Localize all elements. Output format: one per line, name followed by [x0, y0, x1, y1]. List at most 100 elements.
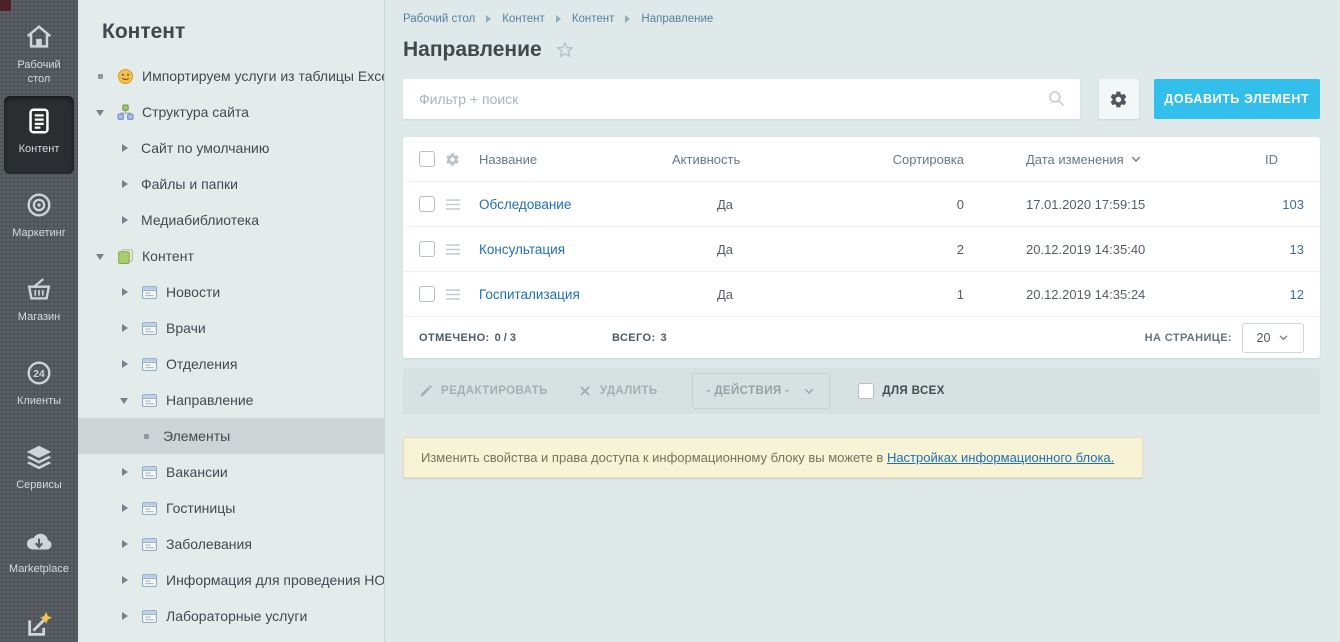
row-checkbox[interactable] [419, 286, 435, 302]
bullet-icon [140, 429, 155, 443]
sidebar-item-clients[interactable]: Клиенты [4, 348, 74, 426]
cell-id-link[interactable]: 12 [1196, 287, 1304, 302]
sort-desc-chevron-icon [1130, 153, 1142, 165]
menu-item-label: Элементы [163, 428, 231, 444]
iblock-icon [141, 608, 158, 625]
menu-item-nok-info[interactable]: Информация для проведения НОК [78, 562, 384, 598]
select-all-checkbox[interactable] [419, 151, 435, 167]
menu-item-files-folders[interactable]: Файлы и папки [78, 166, 384, 202]
wizard-star-icon [24, 610, 54, 640]
menu-item-diseases[interactable]: Заболевания [78, 526, 384, 562]
filter-toolbar: ДОБАВИТЬ ЭЛЕМЕНТ [403, 79, 1320, 119]
menu-title: Контент [102, 20, 186, 43]
chevron-right-icon [118, 321, 133, 335]
actions-dropdown-label: - ДЕЙСТВИЯ - [706, 385, 790, 397]
cell-id-link[interactable]: 13 [1196, 242, 1304, 257]
cell-active: Да [717, 241, 734, 257]
column-header-active[interactable]: Активность [672, 152, 872, 167]
menu-item-departments[interactable]: Отделения [78, 346, 384, 382]
actions-dropdown[interactable]: - ДЕЙСТВИЯ - [691, 373, 831, 409]
table-header-row: Название Активность Сортировка Дата изме… [403, 137, 1320, 181]
menu-item-content[interactable]: Контент [78, 238, 384, 274]
menu-item-hotels[interactable]: Гостиницы [78, 490, 384, 526]
column-header-date-label: Дата изменения [1026, 151, 1124, 167]
iblock-icon [141, 536, 158, 553]
breadcrumb-link[interactable]: Контент [502, 13, 545, 25]
edit-button[interactable]: РЕДАКТИРОВАТЬ [419, 384, 548, 398]
menu-item-elements[interactable]: Элементы [78, 418, 384, 454]
column-header-name[interactable]: Название [479, 152, 672, 167]
chevron-right-icon [118, 141, 133, 155]
sidebar-item-label: Контент [18, 143, 60, 155]
menu-item-site-structure[interactable]: Структура сайта [78, 94, 384, 130]
row-checkbox[interactable] [419, 196, 435, 212]
cell-date: 17.01.2020 17:59:15 [1026, 196, 1146, 212]
menu-item-direction[interactable]: Направление [78, 382, 384, 418]
sidebar-item-marketplace[interactable]: Marketplace [4, 516, 74, 594]
column-header-sort[interactable]: Сортировка [872, 152, 964, 167]
menu-item-label: Направление [166, 392, 254, 408]
row-checkbox[interactable] [419, 241, 435, 257]
sidebar-item-wizard[interactable] [4, 600, 74, 642]
menu-item-doctors[interactable]: Врачи [78, 310, 384, 346]
menu-item-medialibrary[interactable]: Медиабиблиотека [78, 202, 384, 238]
column-settings-gear-icon[interactable] [445, 152, 460, 167]
table-row: Консультация Да 2 20.12.2019 14:35:40 13 [403, 226, 1320, 271]
table-row: Госпитализация Да 1 20.12.2019 14:35:24 … [403, 271, 1320, 316]
cell-id-link[interactable]: 103 [1196, 197, 1304, 212]
filter-search-input[interactable] [403, 79, 1080, 119]
document-icon [24, 106, 54, 136]
page-title: Направление [403, 38, 542, 61]
breadcrumb-link[interactable]: Направление [641, 13, 713, 25]
for-all-control[interactable]: ДЛЯ ВСЕХ [858, 383, 944, 399]
for-all-checkbox[interactable] [858, 383, 875, 399]
column-header-date[interactable]: Дата изменения [964, 152, 1196, 167]
menu-item-label: Отделения [166, 356, 238, 372]
delete-button-label: УДАЛИТЬ [599, 385, 658, 397]
for-all-label: ДЛЯ ВСЕХ [882, 385, 945, 397]
iblock-icon [141, 392, 158, 409]
element-name-link[interactable]: Госпитализация [479, 287, 672, 302]
column-header-id[interactable]: ID [1196, 152, 1304, 167]
menu-item-default-site[interactable]: Сайт по умолчанию [78, 130, 384, 166]
menu-item-label: Медиабиблиотека [141, 212, 260, 228]
breadcrumb-link[interactable]: Контент [572, 13, 615, 25]
menu-item-import-excel[interactable]: Импортируем услуги из таблицы Excel [78, 58, 384, 94]
breadcrumb-link[interactable]: Рабочий стол [403, 13, 475, 25]
favorite-star-icon[interactable] [555, 40, 575, 60]
sidebar-item-desktop[interactable]: Рабочий стол [4, 12, 74, 90]
edit-button-label: РЕДАКТИРОВАТЬ [441, 385, 548, 397]
cell-date: 20.12.2019 14:35:24 [1026, 286, 1146, 302]
sidebar-item-marketing[interactable]: Маркетинг [4, 180, 74, 258]
add-element-button[interactable]: ДОБАВИТЬ ЭЛЕМЕНТ [1153, 79, 1320, 119]
iblock-settings-link[interactable]: Настройках информационного блока. [887, 450, 1114, 465]
per-page-select[interactable]: 20 [1242, 322, 1304, 353]
chevron-right-icon [118, 177, 133, 191]
chevron-right-icon [118, 573, 133, 587]
sidebar-item-content[interactable]: Контент [4, 96, 74, 174]
menu-item-cutoff[interactable] [78, 634, 384, 642]
per-page-value: 20 [1256, 330, 1271, 345]
element-name-link[interactable]: Консультация [479, 242, 672, 257]
menu-item-news[interactable]: Новости [78, 274, 384, 310]
row-menu-icon[interactable] [445, 288, 461, 301]
sidebar-item-services[interactable]: Сервисы [4, 432, 74, 510]
menu-item-label: Вакансии [166, 464, 228, 480]
sidebar-item-shop[interactable]: Магазин [4, 264, 74, 342]
sidebar-item-label: Marketplace [9, 563, 69, 575]
filter-box [403, 79, 1080, 119]
x-icon [578, 384, 592, 398]
search-icon[interactable] [1047, 89, 1066, 108]
row-menu-icon[interactable] [445, 198, 461, 211]
menu-item-label: Информация для проведения НОК [166, 572, 385, 588]
checked-label: ОТМЕЧЕНО: [419, 331, 490, 344]
element-name-link[interactable]: Обследование [479, 197, 672, 212]
chevron-right-icon [118, 285, 133, 299]
menu-item-vacancies[interactable]: Вакансии [78, 454, 384, 490]
row-menu-icon[interactable] [445, 243, 461, 256]
chevron-down-icon [94, 249, 109, 263]
per-page-control: НА СТРАНИЦЕ: 20 [1145, 322, 1304, 353]
grid-settings-button[interactable] [1099, 79, 1139, 119]
delete-button[interactable]: УДАЛИТЬ [578, 384, 658, 398]
menu-item-lab-services[interactable]: Лабораторные услуги [78, 598, 384, 634]
